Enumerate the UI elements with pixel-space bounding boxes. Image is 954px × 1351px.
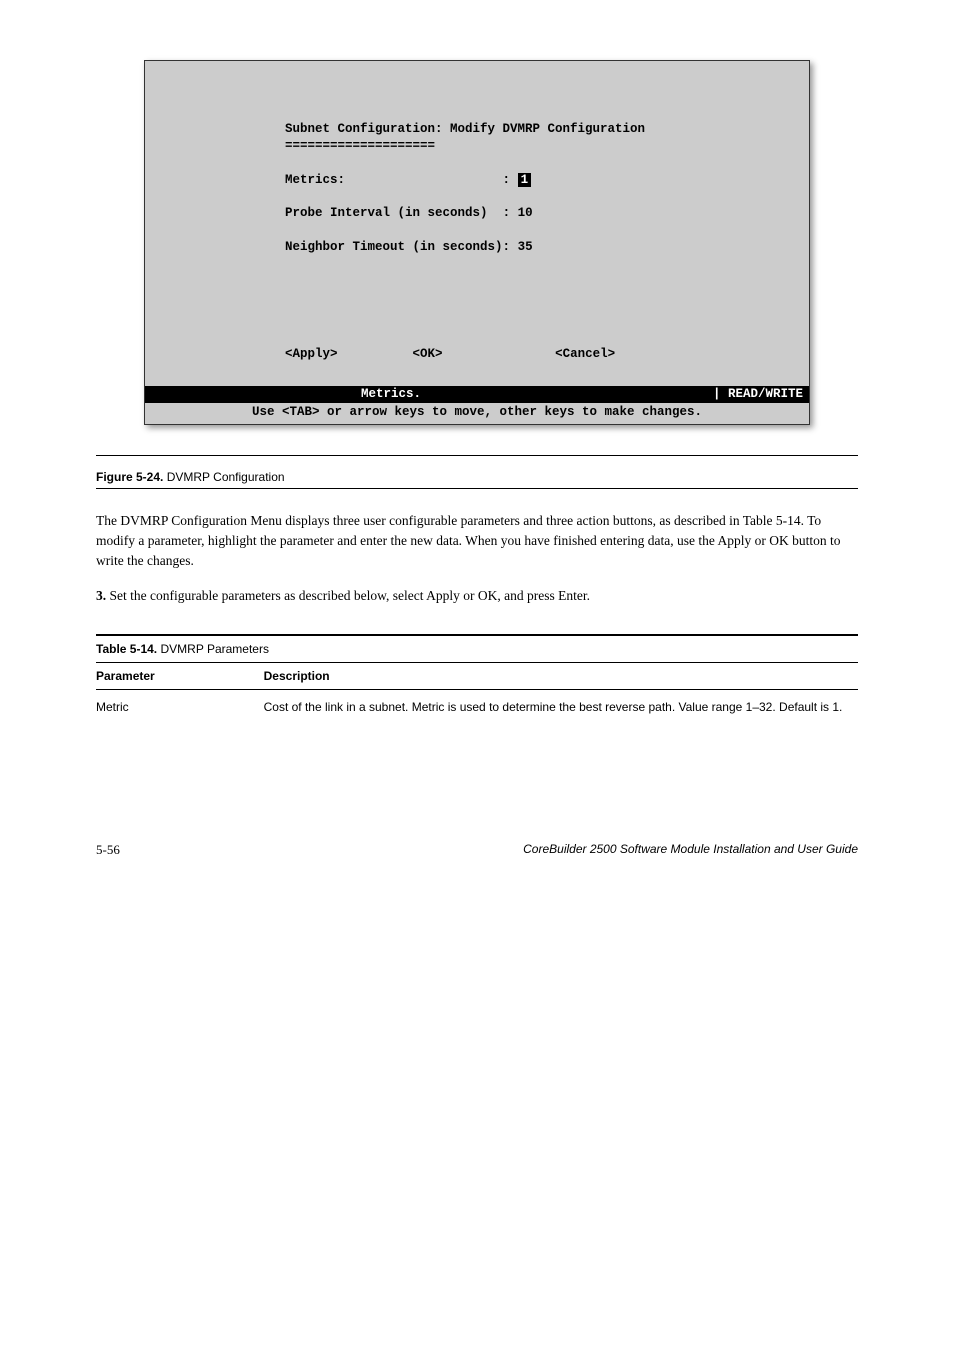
figure-caption: Figure 5-24. DVMRP Configuration	[96, 466, 858, 489]
probe-interval-input[interactable]: 10	[518, 206, 533, 220]
col-header-desc: Description	[264, 663, 858, 690]
probe-colon: :	[503, 206, 511, 220]
metrics-colon: :	[503, 173, 511, 187]
table-caption: Table 5-14. DVMRP Parameters	[96, 634, 858, 663]
cell-desc: Cost of the link in a subnet. Metric is …	[264, 689, 858, 722]
metrics-input[interactable]: 1	[518, 173, 532, 187]
footer-page-number: 5-56	[96, 842, 120, 858]
apply-button[interactable]: <Apply>	[285, 347, 338, 361]
metrics-label: Metrics:	[285, 173, 345, 187]
cell-param: Metric	[96, 689, 264, 722]
table-label: Table 5-14.	[96, 642, 157, 656]
dvmrp-params-table: Table 5-14. DVMRP Parameters Parameter D…	[96, 634, 858, 722]
col-header-param: Parameter	[96, 663, 264, 690]
neighbor-timeout-input[interactable]: 35	[518, 240, 533, 254]
status-bar: Metrics. | READ/WRITE	[145, 386, 809, 403]
figure-label: Figure 5-24.	[96, 470, 163, 484]
probe-interval-label: Probe Interval (in seconds)	[285, 206, 488, 220]
table-row: Metric Cost of the link in a subnet. Met…	[96, 689, 858, 722]
body-paragraph-1: The DVMRP Configuration Menu displays th…	[96, 511, 858, 572]
cancel-button[interactable]: <Cancel>	[555, 347, 615, 361]
status-left: Metrics.	[361, 386, 421, 403]
table-title: DVMRP Parameters	[160, 642, 268, 656]
screen-title: Subnet Configuration: Modify DVMRP Confi…	[285, 121, 799, 138]
screen-divider: ====================	[285, 138, 799, 155]
status-right: | READ/WRITE	[713, 386, 803, 403]
footer-doc-title: CoreBuilder 2500 Software Module Install…	[523, 842, 858, 858]
neighbor-timeout-label: Neighbor Timeout (in seconds):	[285, 240, 510, 254]
terminal-window: Subnet Configuration: Modify DVMRP Confi…	[144, 60, 810, 425]
figure-title: DVMRP Configuration	[167, 470, 285, 484]
body-paragraph-2: Set the configurable parameters as descr…	[110, 588, 590, 603]
step-number: 3.	[96, 588, 106, 603]
hint-bar: Use <TAB> or arrow keys to move, other k…	[145, 403, 809, 424]
figure-top-rule	[96, 455, 858, 456]
ok-button[interactable]: <OK>	[413, 347, 443, 361]
